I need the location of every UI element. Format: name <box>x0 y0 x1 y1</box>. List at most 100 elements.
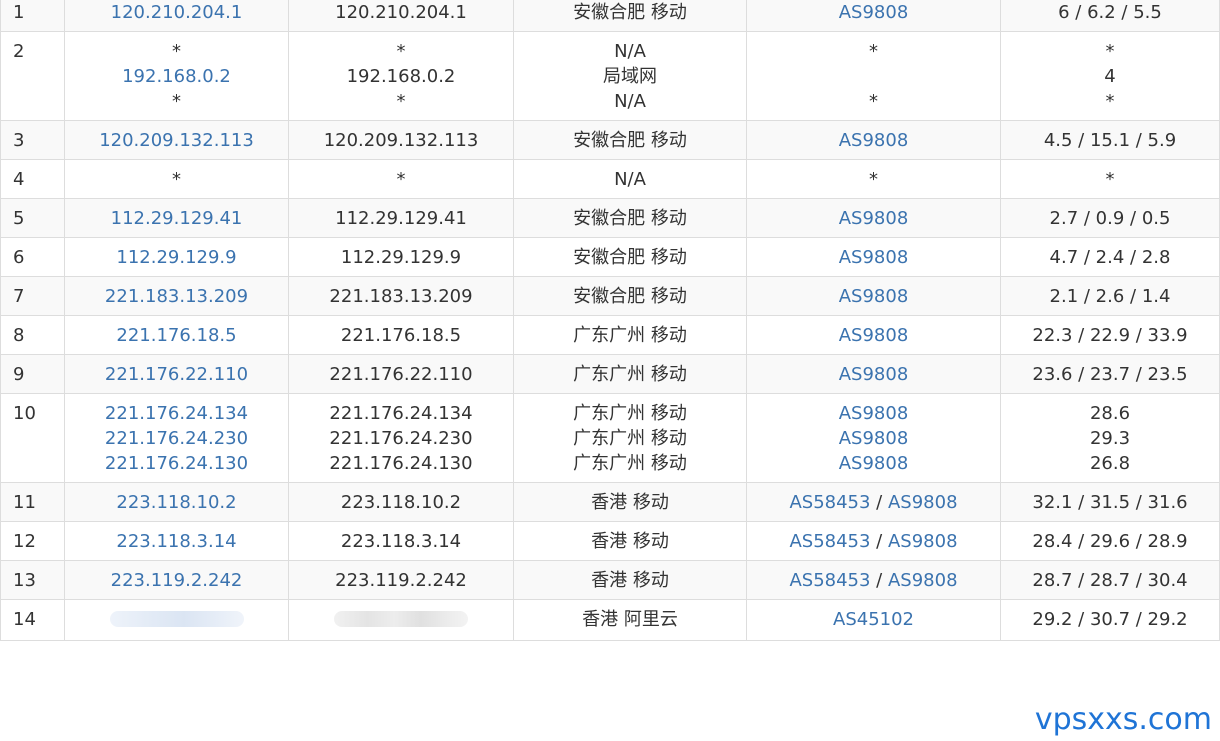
location-cell: 安徽合肥 移动 <box>513 120 747 160</box>
hostname-cell: 223.118.3.14 <box>288 521 514 561</box>
hostname-cell: * <box>288 159 514 199</box>
ip-cell: 221.176.18.5 <box>64 315 289 355</box>
watermark-text: vpsxxs.com <box>1034 702 1212 737</box>
ip-link[interactable]: 221.176.22.110 <box>66 362 288 387</box>
hostname-cell: 221.183.13.209 <box>288 276 514 316</box>
location-text: 安徽合肥 移动 <box>573 130 687 151</box>
rtt-cell: * 4 * <box>1000 31 1220 121</box>
redacted-ip-blur <box>109 611 244 627</box>
ip-link[interactable]: 223.118.10.2 <box>66 490 288 515</box>
as-link[interactable]: AS9808 <box>839 247 909 268</box>
as-cell: * * <box>746 31 1001 121</box>
ip-link[interactable]: 120.209.132.113 <box>66 128 288 153</box>
as-timeout-text: * <box>869 91 878 112</box>
hop-number: 10 <box>0 393 65 483</box>
rtt-text: 26.8 <box>1089 453 1131 474</box>
rtt-text: 32.1 / 31.5 / 31.6 <box>1032 492 1188 513</box>
ip-timeout-text: * <box>172 41 181 62</box>
as-link[interactable]: AS9808 <box>839 2 909 23</box>
rtt-cell: 4.7 / 2.4 / 2.8 <box>1000 237 1220 277</box>
as-link[interactable]: AS58453 <box>789 492 870 513</box>
ip-cell: 221.183.13.209 <box>64 276 289 316</box>
table-row: 11 223.118.10.2 223.118.10.2 香港 移动 AS58453 /… <box>0 482 1220 522</box>
ip-link[interactable]: 221.183.13.209 <box>66 284 288 309</box>
table-row: 4 * * N/A * * <box>0 159 1220 199</box>
table-row: 14 香港 阿里云 AS45102 29.2 / 30.7 / 29.2 <box>0 599 1220 641</box>
as-link[interactable]: AS9808 <box>888 570 958 591</box>
as-line: AS58453 / AS9808 <box>748 490 1000 515</box>
hostname-text: 221.183.13.209 <box>329 286 473 307</box>
ip-link[interactable]: 192.168.0.2 <box>66 64 288 89</box>
as-link[interactable]: AS9808 <box>839 428 909 449</box>
ip-link[interactable]: 221.176.24.134 <box>66 401 288 426</box>
location-text: 广东广州 移动 <box>573 325 687 346</box>
as-link[interactable]: AS9808 <box>839 453 909 474</box>
as-link[interactable]: AS58453 <box>789 570 870 591</box>
ip-link[interactable]: 120.210.204.1 <box>66 0 288 25</box>
location-text: 香港 移动 <box>591 492 669 513</box>
hostname-cell: 112.29.129.41 <box>288 198 514 238</box>
location-cell: 广东广州 移动 <box>513 315 747 355</box>
table-row: 2 * 192.168.0.2 * * 192.168.0.2 * N/A 局域网 N/A * * * 4… <box>0 31 1220 121</box>
as-link[interactable]: AS9808 <box>839 208 909 229</box>
as-line: AS45102 <box>748 607 1000 632</box>
ip-link[interactable]: 112.29.129.41 <box>66 206 288 231</box>
rtt-text: 29.3 <box>1089 428 1131 449</box>
as-line: AS9808 <box>748 401 1000 426</box>
rtt-text: 4 <box>1104 66 1116 87</box>
hop-number: 6 <box>0 237 65 277</box>
hop-number: 1 <box>0 0 65 32</box>
ip-link[interactable]: 221.176.18.5 <box>66 323 288 348</box>
rtt-cell: 2.1 / 2.6 / 1.4 <box>1000 276 1220 316</box>
as-link[interactable]: AS58453 <box>789 531 870 552</box>
as-cell: AS9808 <box>746 0 1001 32</box>
location-text: 安徽合肥 移动 <box>573 247 687 268</box>
location-text: 广东广州 移动 <box>573 428 687 449</box>
as-link[interactable]: AS9808 <box>888 531 958 552</box>
rtt-text: * <box>1105 41 1115 62</box>
hostname-cell: 223.118.10.2 <box>288 482 514 522</box>
as-link[interactable]: AS9808 <box>839 286 909 307</box>
location-text: 安徽合肥 移动 <box>573 208 687 229</box>
ip-cell: * 192.168.0.2 * <box>64 31 289 121</box>
hostname-text: 120.209.132.113 <box>323 130 479 151</box>
as-link[interactable]: AS45102 <box>833 609 914 630</box>
as-cell: AS9808 AS9808 AS9808 <box>746 393 1001 483</box>
as-link[interactable]: AS9808 <box>839 130 909 151</box>
ip-cell: 223.119.2.242 <box>64 560 289 600</box>
as-cell: * <box>746 159 1001 199</box>
hostname-text: 112.29.129.9 <box>340 247 462 268</box>
hostname-text: 223.118.10.2 <box>340 492 462 513</box>
location-cell: 广东广州 移动 广东广州 移动 广东广州 移动 <box>513 393 747 483</box>
as-line: AS58453 / AS9808 <box>748 529 1000 554</box>
hostname-text: 221.176.24.134 <box>329 403 473 424</box>
hostname-cell <box>288 599 514 641</box>
as-line: AS9808 <box>748 284 1000 309</box>
as-link[interactable]: AS9808 <box>839 403 909 424</box>
as-link[interactable]: AS9808 <box>839 325 909 346</box>
rtt-text: 2.7 / 0.9 / 0.5 <box>1049 208 1171 229</box>
ip-link[interactable]: 221.176.24.130 <box>66 451 288 476</box>
ip-cell: 223.118.10.2 <box>64 482 289 522</box>
table-row: 5 112.29.129.41 112.29.129.41 安徽合肥 移动 AS9808… <box>0 198 1220 238</box>
rtt-text: 4.7 / 2.4 / 2.8 <box>1049 247 1171 268</box>
rtt-text: 6 / 6.2 / 5.5 <box>1058 2 1162 23</box>
hop-number: 11 <box>0 482 65 522</box>
as-link[interactable]: AS9808 <box>839 364 909 385</box>
as-line: AS9808 <box>748 426 1000 451</box>
ip-link[interactable]: 223.118.3.14 <box>66 529 288 554</box>
as-cell: AS58453 / AS9808 <box>746 482 1001 522</box>
ip-link[interactable]: 112.29.129.9 <box>66 245 288 270</box>
location-text: 安徽合肥 移动 <box>573 2 687 23</box>
as-line: AS9808 <box>748 451 1000 476</box>
ip-link[interactable]: 223.119.2.242 <box>66 568 288 593</box>
as-line: AS9808 <box>748 0 1000 25</box>
rtt-cell: 29.2 / 30.7 / 29.2 <box>1000 599 1220 641</box>
table-row: 13 223.119.2.242 223.119.2.242 香港 移动 AS58453… <box>0 560 1220 600</box>
ip-link[interactable]: 221.176.24.230 <box>66 426 288 451</box>
location-text: 局域网 <box>603 66 657 87</box>
table-row: 12 223.118.3.14 223.118.3.14 香港 移动 AS58453 /… <box>0 521 1220 561</box>
as-link[interactable]: AS9808 <box>888 492 958 513</box>
rtt-text: 4.5 / 15.1 / 5.9 <box>1043 130 1177 151</box>
rtt-text: 23.6 / 23.7 / 23.5 <box>1032 364 1188 385</box>
